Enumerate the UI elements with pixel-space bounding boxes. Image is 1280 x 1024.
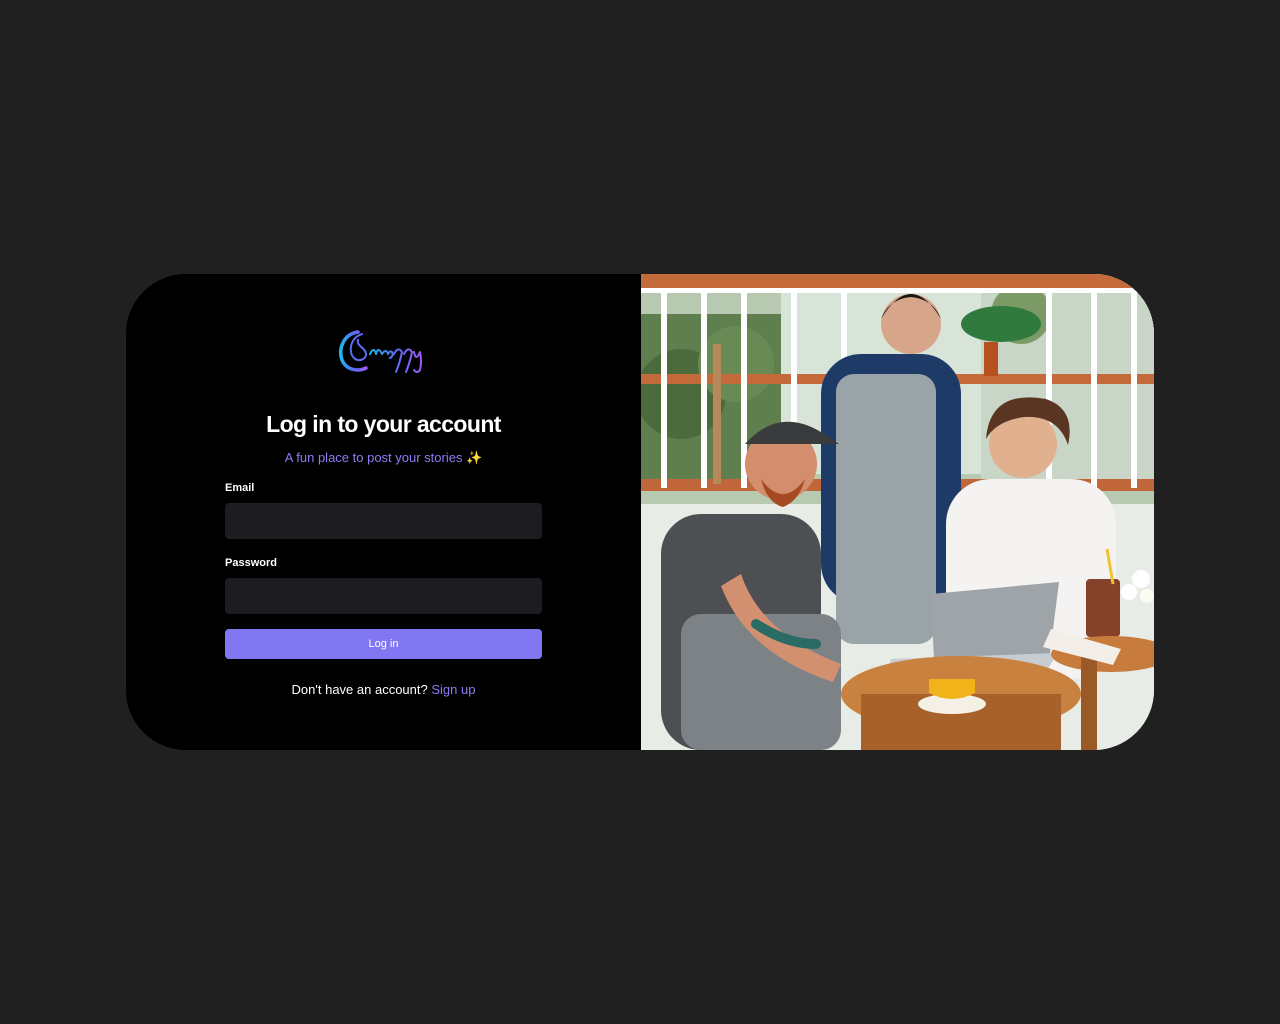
hero-image <box>641 274 1154 750</box>
signup-prompt-text: Don't have an account? <box>291 682 428 697</box>
brand-logo <box>126 324 641 376</box>
snappy-logo-icon <box>338 330 422 373</box>
password-label: Password <box>225 557 277 569</box>
signup-prompt: Don't have an account? Sign up <box>126 682 641 697</box>
cafe-team-photo <box>641 274 1154 750</box>
login-button[interactable]: Log in <box>225 629 542 659</box>
login-card: Log in to your account A fun place to po… <box>126 274 1154 750</box>
signup-link[interactable]: Sign up <box>431 682 475 697</box>
email-field[interactable] <box>225 503 542 539</box>
page-subtitle: A fun place to post your stories ✨ <box>284 450 483 465</box>
password-field[interactable] <box>225 578 542 614</box>
login-panel: Log in to your account A fun place to po… <box>126 274 641 750</box>
page-title: Log in to your account <box>266 411 501 437</box>
email-label: Email <box>225 482 255 494</box>
